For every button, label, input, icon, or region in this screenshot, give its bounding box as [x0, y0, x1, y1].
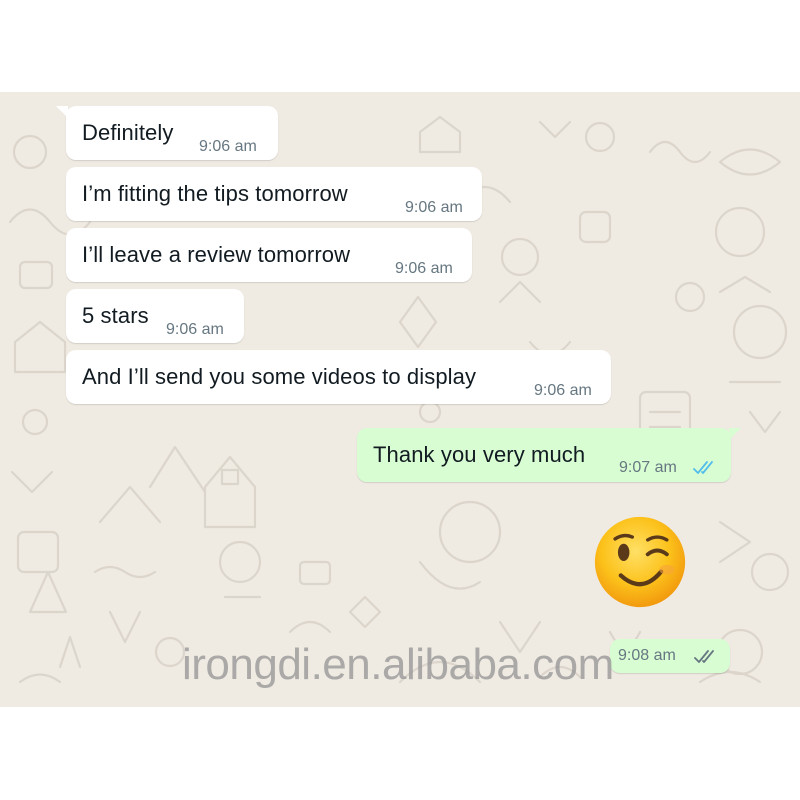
chat-conversation[interactable]: Definitely 9:06 am I’m fitting the tips …	[0, 92, 800, 707]
screenshot-frame: Definitely 9:06 am I’m fitting the tips …	[0, 0, 800, 800]
bubble-tail	[729, 428, 741, 440]
message-text: Definitely	[82, 120, 174, 145]
message-bubble-outgoing[interactable]: Thank you very much 9:07 am	[357, 428, 741, 482]
message-text: And I’ll send you some videos to display	[82, 364, 477, 389]
bubble-tail	[56, 106, 68, 118]
watermark-text: irongdi.en.alibaba.com	[182, 640, 614, 689]
message-text: I’m fitting the tips tomorrow	[82, 181, 348, 206]
delivered-receipt-icon	[694, 650, 714, 663]
message-timestamp: 9:06 am	[166, 321, 224, 338]
message-timestamp: 9:06 am	[199, 138, 257, 155]
message-bubble-incoming[interactable]: I’m fitting the tips tomorrow 9:06 am	[66, 167, 482, 221]
message-timestamp: 9:07 am	[619, 459, 677, 476]
message-timestamp: 9:06 am	[534, 382, 592, 399]
message-bubble-incoming[interactable]: Definitely 9:06 am	[56, 106, 278, 160]
message-bubble-incoming[interactable]: 5 stars 9:06 am	[66, 289, 244, 343]
message-text: I’ll leave a review tomorrow	[82, 242, 351, 267]
message-text: Thank you very much	[373, 442, 586, 467]
message-timestamp: 9:06 am	[405, 199, 463, 216]
message-timestamp: 9:06 am	[395, 260, 453, 277]
message-text: 5 stars	[82, 303, 149, 328]
message-bubble-incoming[interactable]: And I’ll send you some videos to display…	[66, 350, 611, 404]
read-receipt-icon	[693, 461, 713, 474]
message-bubble-outgoing[interactable]: 9:08 am	[610, 639, 730, 673]
message-timestamp: 9:08 am	[618, 647, 676, 664]
message-bubble-incoming[interactable]: I’ll leave a review tomorrow 9:06 am	[66, 228, 472, 282]
winking-face-emoji	[594, 516, 686, 608]
